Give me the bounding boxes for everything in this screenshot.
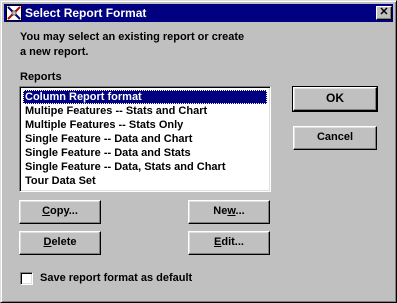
title-bar[interactable]: Select Report Format ✕ — [4, 4, 393, 22]
reports-list: Column Report format Multipe Features -- … — [23, 90, 267, 188]
save-default-checkbox[interactable] — [20, 272, 33, 285]
save-default-label[interactable]: Save report format as default — [40, 272, 192, 285]
close-icon: ✕ — [379, 6, 389, 18]
delete-button[interactable]: Delete — [19, 231, 101, 255]
new-label-post: ... — [235, 205, 245, 217]
window-title: Select Report Format — [25, 6, 147, 20]
list-item[interactable]: Column Report format — [23, 90, 267, 104]
reports-label: Reports — [20, 71, 62, 83]
new-label-pre: Ne — [213, 205, 228, 217]
list-item[interactable]: Single Feature -- Data and Chart — [23, 132, 267, 146]
cancel-button[interactable]: Cancel — [293, 126, 377, 150]
copy-mnemonic: C — [42, 205, 51, 217]
select-report-format-dialog: Select Report Format ✕ You may select an… — [0, 0, 397, 303]
reports-listbox[interactable]: Column Report format Multipe Features -- … — [19, 86, 271, 192]
intro-line-1: You may select an existing report or cre… — [20, 31, 245, 43]
list-item[interactable]: Multipe Features -- Stats and Chart — [23, 104, 267, 118]
list-item[interactable]: Single Feature -- Data, Stats and Chart — [23, 160, 267, 174]
delete-label: elete — [51, 236, 77, 248]
ok-button[interactable]: OK — [292, 86, 378, 112]
list-item[interactable]: Tour Data Set — [23, 174, 267, 188]
intro-text: You may select an existing report or cre… — [20, 30, 280, 60]
intro-line-2: a new report. — [20, 46, 89, 58]
new-mnemonic: w — [227, 205, 236, 217]
new-button[interactable]: New... — [188, 200, 270, 224]
list-item[interactable]: Single Feature -- Data and Stats — [23, 146, 267, 160]
close-button[interactable]: ✕ — [376, 6, 392, 20]
list-item[interactable]: Multiple Features -- Stats Only — [23, 118, 267, 132]
edit-button[interactable]: Edit... — [188, 231, 270, 255]
app-chart-icon — [6, 5, 22, 21]
copy-label: opy... — [50, 205, 78, 217]
edit-label: dit... — [221, 236, 244, 248]
copy-button[interactable]: Copy... — [19, 200, 101, 224]
